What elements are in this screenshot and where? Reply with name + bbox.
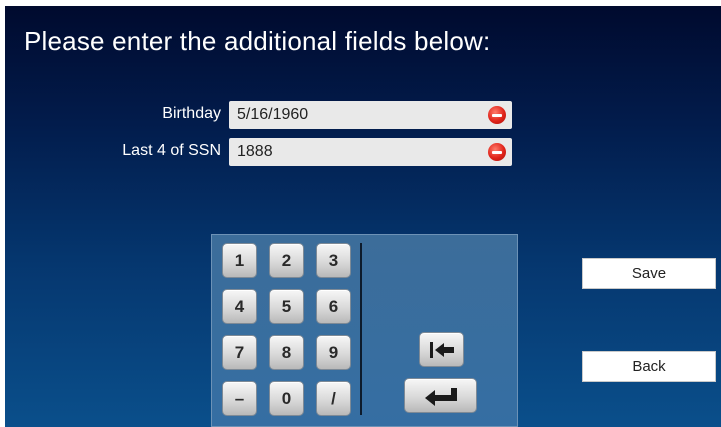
save-button[interactable]: Save — [582, 258, 716, 289]
key-4[interactable]: 4 — [222, 289, 257, 324]
tab-back-icon — [429, 341, 454, 358]
key-3[interactable]: 3 — [316, 243, 351, 278]
key-8[interactable]: 8 — [269, 335, 304, 370]
key-2[interactable]: 2 — [269, 243, 304, 278]
ssn-field[interactable]: 1888 — [229, 138, 512, 166]
ssn-value: 1888 — [237, 143, 273, 160]
key-6[interactable]: 6 — [316, 289, 351, 324]
clear-ssn-icon[interactable] — [488, 143, 506, 161]
key-1[interactable]: 1 — [222, 243, 257, 278]
numeric-keypad: 1 2 3 4 5 6 7 8 9 – 0 / — [211, 234, 518, 427]
key-7[interactable]: 7 — [222, 335, 257, 370]
enter-icon — [424, 387, 457, 406]
ssn-row: Last 4 of SSN — [5, 138, 221, 166]
enter-key[interactable] — [404, 378, 477, 413]
birthday-label: Birthday — [162, 105, 221, 122]
back-button[interactable]: Back — [582, 351, 716, 382]
birthday-value: 5/16/1960 — [237, 106, 309, 123]
ssn-label: Last 4 of SSN — [122, 142, 221, 159]
key-5[interactable]: 5 — [269, 289, 304, 324]
page-title: Please enter the additional fields below… — [24, 26, 491, 56]
key-slash[interactable]: / — [316, 381, 351, 416]
clear-birthday-icon[interactable] — [488, 106, 506, 124]
screen: Please enter the additional fields below… — [5, 6, 721, 427]
key-dash[interactable]: – — [222, 381, 257, 416]
birthday-field[interactable]: 5/16/1960 — [229, 101, 512, 129]
birthday-row: Birthday — [5, 101, 221, 129]
tab-back-key[interactable] — [419, 332, 464, 367]
key-0[interactable]: 0 — [269, 381, 304, 416]
key-9[interactable]: 9 — [316, 335, 351, 370]
keypad-divider — [360, 243, 362, 415]
